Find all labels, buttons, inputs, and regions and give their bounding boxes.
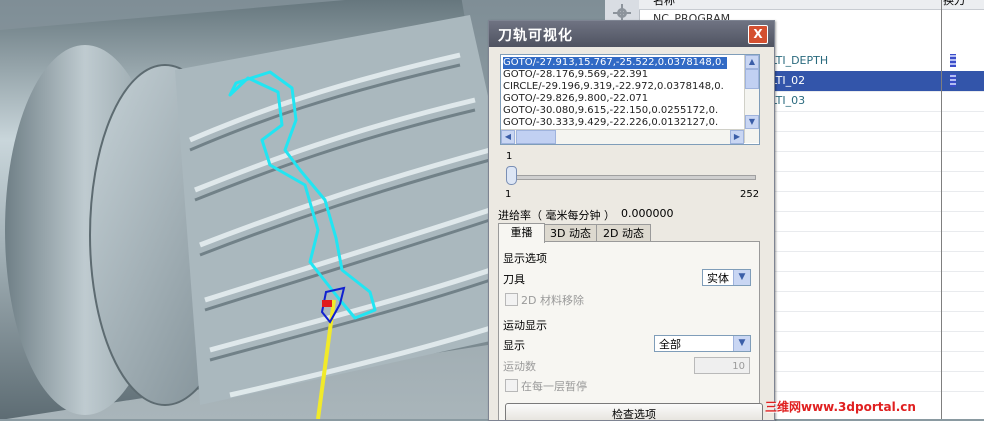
slider-current-value: 1 bbox=[506, 151, 513, 162]
toolpath-list-item[interactable]: GOTO/-28.176,9.569,-22.391 bbox=[503, 69, 648, 81]
chevron-down-icon[interactable]: ▼ bbox=[733, 270, 750, 285]
vertical-scrollbar[interactable]: ▲ ▼ bbox=[744, 55, 759, 143]
toolpath-list-item[interactable]: GOTO/-27.913,15.767,-25.522,0.0378148,0. bbox=[503, 57, 727, 69]
motion-count-label: 运动数 bbox=[503, 360, 536, 373]
scroll-left-icon[interactable]: ◀ bbox=[501, 130, 515, 144]
toolpath-list-item[interactable]: GOTO/-30.333,9.429,-22.226,0.0132127,0. bbox=[503, 117, 718, 129]
material-removal-checkbox[interactable] bbox=[505, 293, 518, 306]
animation-slider-track[interactable] bbox=[509, 175, 756, 180]
nav-row-label: LTI_02 bbox=[771, 74, 806, 87]
slider-min-label: 1 bbox=[505, 189, 512, 200]
scroll-thumb[interactable] bbox=[745, 69, 759, 89]
motion-count-input[interactable]: 10 bbox=[694, 357, 750, 374]
column-tool-change[interactable]: 换刀 bbox=[943, 0, 965, 6]
dialog-title: 刀轨可视化 bbox=[498, 28, 573, 44]
tab-3d-dynamic[interactable]: 3D 动态 bbox=[544, 224, 597, 242]
nav-row-label: LTI_03 bbox=[771, 94, 806, 107]
animation-slider-handle[interactable] bbox=[506, 166, 517, 185]
column-divider[interactable] bbox=[941, 0, 942, 419]
toolpath-list-item[interactable]: GOTO/-30.080,9.615,-22.150,0.0255172,0. bbox=[503, 105, 718, 117]
column-name[interactable]: 名称 bbox=[653, 0, 675, 6]
feedrate-value: 0.000000 bbox=[621, 207, 674, 220]
dialog-titlebar[interactable]: 刀轨可视化 X bbox=[489, 21, 774, 47]
chevron-down-icon[interactable]: ▼ bbox=[733, 336, 750, 351]
tab-2d-dynamic[interactable]: 2D 动态 bbox=[596, 224, 651, 242]
motion-display-value: 全部 bbox=[659, 338, 681, 351]
display-label: 显示 bbox=[503, 339, 525, 352]
tool-change-icon bbox=[950, 54, 956, 67]
material-removal-label: 2D 材料移除 bbox=[521, 294, 584, 307]
watermark: 三维网www.3dportal.cn bbox=[765, 400, 916, 414]
scroll-down-icon[interactable]: ▼ bbox=[745, 115, 759, 129]
motion-display-select[interactable]: 全部 ▼ bbox=[654, 335, 751, 352]
horizontal-scrollbar[interactable]: ◀ ▶ bbox=[501, 129, 744, 144]
scroll-up-icon[interactable]: ▲ bbox=[745, 55, 759, 69]
toolpath-visualization-dialog: 刀轨可视化 X GOTO/-27.913,15.767,-25.522,0.03… bbox=[488, 20, 775, 421]
tab-replay[interactable]: 重播 bbox=[498, 223, 545, 243]
toolpath-list[interactable]: GOTO/-27.913,15.767,-25.522,0.0378148,0.… bbox=[500, 54, 760, 145]
scroll-right-icon[interactable]: ▶ bbox=[730, 130, 744, 144]
navigator-header: 名称 换刀 bbox=[639, 0, 984, 10]
nav-row-label: LTI_DEPTH bbox=[771, 54, 829, 67]
tool-label: 刀具 bbox=[503, 273, 525, 286]
check-options-button[interactable]: 检查选项 bbox=[505, 403, 763, 420]
toolpath-list-item[interactable]: GOTO/-29.826,9.800,-22.071 bbox=[503, 93, 648, 105]
feedrate-label: 进给率（ 毫米每分钟 ） bbox=[498, 209, 615, 222]
tool-display-select[interactable]: 实体 ▼ bbox=[702, 269, 751, 286]
pause-each-layer-checkbox[interactable] bbox=[505, 379, 518, 392]
scroll-thumb[interactable] bbox=[516, 130, 556, 144]
close-button[interactable]: X bbox=[748, 25, 768, 44]
motion-display-heading: 运动显示 bbox=[503, 319, 547, 332]
toolpath-list-item[interactable]: CIRCLE/-29.196,9.319,-22.972,0.0378148,0… bbox=[503, 81, 724, 93]
display-options-heading: 显示选项 bbox=[503, 252, 547, 265]
tool-change-icon bbox=[950, 74, 956, 87]
slider-max-label: 252 bbox=[740, 189, 760, 200]
pause-each-layer-label: 在每一层暂停 bbox=[521, 380, 587, 393]
tool-display-value: 实体 bbox=[707, 272, 729, 285]
